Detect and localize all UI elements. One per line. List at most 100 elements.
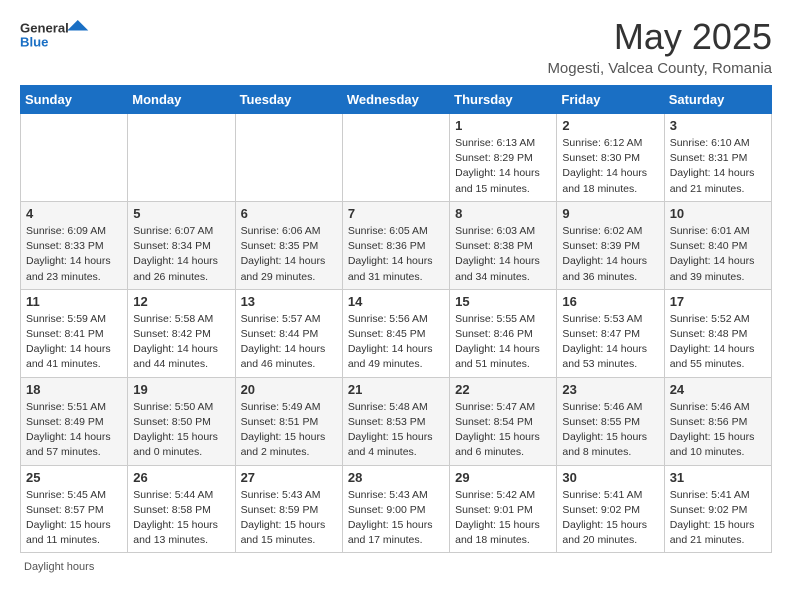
- day-info: Sunrise: 6:03 AM Sunset: 8:38 PM Dayligh…: [455, 224, 551, 285]
- week-row-4: 18 Sunrise: 5:51 AM Sunset: 8:49 PM Dayli…: [21, 377, 772, 465]
- calendar-cell: 13Sunrise: 5:57 AM Sunset: 8:44 PM Dayli…: [235, 289, 342, 377]
- day-info: Sunrise: 5:46 AM Sunset: 8:55 PM Dayligh…: [562, 400, 658, 461]
- day-number: 14: [348, 294, 444, 309]
- day-number: 23: [562, 382, 658, 397]
- calendar-cell: [21, 114, 128, 202]
- logo-svg: General Blue: [20, 16, 90, 52]
- day-number: 11: [26, 294, 122, 309]
- day-number: 15: [455, 294, 551, 309]
- day-number: 27: [241, 470, 337, 485]
- day-info: Sunrise: 5:56 AM Sunset: 8:45 PM Dayligh…: [348, 312, 444, 373]
- days-header-row: SundayMondayTuesdayWednesdayThursdayFrid…: [21, 86, 772, 114]
- day-number: 30: [562, 470, 658, 485]
- day-number: 12: [133, 294, 229, 309]
- day-header-wednesday: Wednesday: [342, 86, 449, 114]
- day-info: Sunrise: 6:02 AM Sunset: 8:39 PM Dayligh…: [562, 224, 658, 285]
- week-row-3: 11 Sunrise: 5:59 AM Sunset: 8:41 PM Dayli…: [21, 289, 772, 377]
- day-number: 4: [26, 206, 122, 221]
- day-info: Sunrise: 5:53 AM Sunset: 8:47 PM Dayligh…: [562, 312, 658, 373]
- day-number: 24: [670, 382, 766, 397]
- day-info: Sunrise: 6:01 AM Sunset: 8:40 PM Dayligh…: [670, 224, 766, 285]
- calendar-cell: 29 Sunrise: 5:42 AM Sunset: 9:01 PM Dayli…: [450, 465, 557, 553]
- calendar-cell: 22 Sunrise: 5:47 AM Sunset: 8:54 PM Dayli…: [450, 377, 557, 465]
- calendar-cell: 28 Sunrise: 5:43 AM Sunset: 9:00 PM Dayli…: [342, 465, 449, 553]
- day-number: 7: [348, 206, 444, 221]
- day-info: Sunrise: 5:48 AM Sunset: 8:53 PM Dayligh…: [348, 400, 444, 461]
- day-info: Sunrise: 5:42 AM Sunset: 9:01 PM Dayligh…: [455, 488, 551, 549]
- day-number: 31: [670, 470, 766, 485]
- calendar-cell: 23 Sunrise: 5:46 AM Sunset: 8:55 PM Dayli…: [557, 377, 664, 465]
- day-info: Sunrise: 5:43 AM Sunset: 9:00 PM Dayligh…: [348, 488, 444, 549]
- svg-text:Blue: Blue: [20, 34, 48, 49]
- logo: General Blue: [20, 16, 90, 52]
- day-info: Sunrise: 5:51 AM Sunset: 8:49 PM Dayligh…: [26, 400, 122, 461]
- daylight-hours-label: Daylight hours: [24, 561, 94, 573]
- day-info: Sunrise: 5:46 AM Sunset: 8:56 PM Dayligh…: [670, 400, 766, 461]
- day-info: Sunrise: 5:45 AM Sunset: 8:57 PM Dayligh…: [26, 488, 122, 549]
- week-row-1: 1 Sunrise: 6:13 AM Sunset: 8:29 PM Daylig…: [21, 114, 772, 202]
- day-number: 19: [133, 382, 229, 397]
- day-header-monday: Monday: [128, 86, 235, 114]
- day-info: Sunrise: 6:07 AM Sunset: 8:34 PM Dayligh…: [133, 224, 229, 285]
- day-number: 21: [348, 382, 444, 397]
- day-header-saturday: Saturday: [664, 86, 771, 114]
- calendar-cell: 11 Sunrise: 5:59 AM Sunset: 8:41 PM Dayli…: [21, 289, 128, 377]
- calendar-cell: 4 Sunrise: 6:09 AM Sunset: 8:33 PM Daylig…: [21, 201, 128, 289]
- day-number: 9: [562, 206, 658, 221]
- day-number: 13: [241, 294, 337, 309]
- location: Mogesti, Valcea County, Romania: [547, 60, 772, 77]
- day-info: Sunrise: 6:09 AM Sunset: 8:33 PM Dayligh…: [26, 224, 122, 285]
- day-info: Sunrise: 5:55 AM Sunset: 8:46 PM Dayligh…: [455, 312, 551, 373]
- day-number: 5: [133, 206, 229, 221]
- day-header-thursday: Thursday: [450, 86, 557, 114]
- calendar-cell: 7 Sunrise: 6:05 AM Sunset: 8:36 PM Daylig…: [342, 201, 449, 289]
- day-info: Sunrise: 5:52 AM Sunset: 8:48 PM Dayligh…: [670, 312, 766, 373]
- day-info: Sunrise: 6:06 AM Sunset: 8:35 PM Dayligh…: [241, 224, 337, 285]
- day-number: 28: [348, 470, 444, 485]
- calendar-cell: 25 Sunrise: 5:45 AM Sunset: 8:57 PM Dayli…: [21, 465, 128, 553]
- day-header-sunday: Sunday: [21, 86, 128, 114]
- calendar-cell: 19Sunrise: 5:50 AM Sunset: 8:50 PM Dayli…: [128, 377, 235, 465]
- calendar-cell: 31 Sunrise: 5:41 AM Sunset: 9:02 PM Dayli…: [664, 465, 771, 553]
- calendar-cell: 26Sunrise: 5:44 AM Sunset: 8:58 PM Dayli…: [128, 465, 235, 553]
- week-row-2: 4 Sunrise: 6:09 AM Sunset: 8:33 PM Daylig…: [21, 201, 772, 289]
- calendar-cell: 6 Sunrise: 6:06 AM Sunset: 8:35 PM Daylig…: [235, 201, 342, 289]
- calendar-cell: 17 Sunrise: 5:52 AM Sunset: 8:48 PM Dayli…: [664, 289, 771, 377]
- calendar-cell: [235, 114, 342, 202]
- calendar-cell: 14 Sunrise: 5:56 AM Sunset: 8:45 PM Dayli…: [342, 289, 449, 377]
- day-number: 6: [241, 206, 337, 221]
- calendar-cell: 24 Sunrise: 5:46 AM Sunset: 8:56 PM Dayli…: [664, 377, 771, 465]
- calendar-cell: [128, 114, 235, 202]
- header: General Blue May 2025 Mogesti, Valcea Co…: [20, 16, 772, 77]
- calendar-cell: 30 Sunrise: 5:41 AM Sunset: 9:02 PM Dayli…: [557, 465, 664, 553]
- calendar-cell: 9 Sunrise: 6:02 AM Sunset: 8:39 PM Daylig…: [557, 201, 664, 289]
- day-info: Sunrise: 6:10 AM Sunset: 8:31 PM Dayligh…: [670, 136, 766, 197]
- day-info: Sunrise: 5:41 AM Sunset: 9:02 PM Dayligh…: [562, 488, 658, 549]
- day-info: Sunrise: 5:49 AM Sunset: 8:51 PM Dayligh…: [241, 400, 337, 461]
- calendar-cell: 2Sunrise: 6:12 AM Sunset: 8:30 PM Daylig…: [557, 114, 664, 202]
- day-number: 17: [670, 294, 766, 309]
- day-info: Sunrise: 6:12 AM Sunset: 8:30 PM Dayligh…: [562, 136, 658, 197]
- day-info: Sunrise: 5:47 AM Sunset: 8:54 PM Dayligh…: [455, 400, 551, 461]
- title-block: May 2025 Mogesti, Valcea County, Romania: [547, 16, 772, 77]
- day-number: 8: [455, 206, 551, 221]
- day-info: Sunrise: 6:13 AM Sunset: 8:29 PM Dayligh…: [455, 136, 551, 197]
- day-info: Sunrise: 5:41 AM Sunset: 9:02 PM Dayligh…: [670, 488, 766, 549]
- day-number: 1: [455, 118, 551, 133]
- calendar-cell: 10Sunrise: 6:01 AM Sunset: 8:40 PM Dayli…: [664, 201, 771, 289]
- page: General Blue May 2025 Mogesti, Valcea Co…: [0, 0, 792, 593]
- calendar-cell: 12Sunrise: 5:58 AM Sunset: 8:42 PM Dayli…: [128, 289, 235, 377]
- day-number: 18: [26, 382, 122, 397]
- day-number: 16: [562, 294, 658, 309]
- calendar-cell: 27Sunrise: 5:43 AM Sunset: 8:59 PM Dayli…: [235, 465, 342, 553]
- day-number: 22: [455, 382, 551, 397]
- calendar-cell: [342, 114, 449, 202]
- day-info: Sunrise: 5:59 AM Sunset: 8:41 PM Dayligh…: [26, 312, 122, 373]
- day-number: 29: [455, 470, 551, 485]
- calendar-cell: 20Sunrise: 5:49 AM Sunset: 8:51 PM Dayli…: [235, 377, 342, 465]
- day-number: 25: [26, 470, 122, 485]
- calendar: SundayMondayTuesdayWednesdayThursdayFrid…: [20, 85, 772, 553]
- day-info: Sunrise: 6:05 AM Sunset: 8:36 PM Dayligh…: [348, 224, 444, 285]
- calendar-cell: 5 Sunrise: 6:07 AM Sunset: 8:34 PM Daylig…: [128, 201, 235, 289]
- calendar-cell: 3Sunrise: 6:10 AM Sunset: 8:31 PM Daylig…: [664, 114, 771, 202]
